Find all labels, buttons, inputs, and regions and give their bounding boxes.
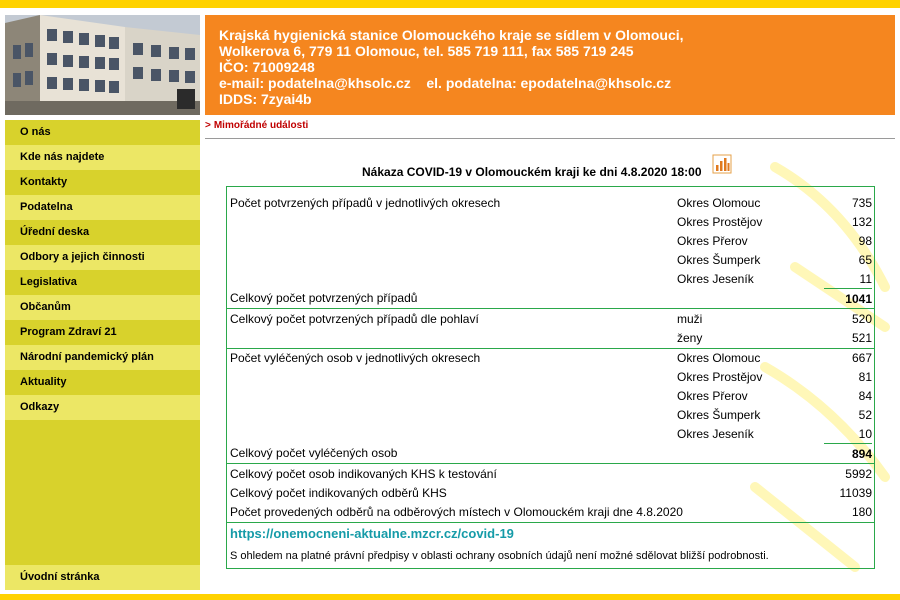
- page-title: Nákaza COVID-19 v Olomouckém kraji ke dn…: [362, 165, 702, 179]
- samples-indicated-value: 11039: [839, 486, 872, 500]
- privacy-note: S ohledem na platné právní předpisy v ob…: [230, 550, 769, 562]
- header-line-email: e-mail: podatelna@khsolc.cz el. podateln…: [219, 75, 672, 91]
- covid-statistics-table: Počet potvrzených případů v jednotlivých…: [226, 186, 875, 569]
- confirmed-district-value: 65: [858, 253, 872, 267]
- covid-stats-link[interactable]: https://onemocneni-aktualne.mzcr.cz/covi…: [230, 526, 514, 541]
- sidebar-item-podatelna[interactable]: Podatelna: [5, 195, 200, 220]
- gender-value: 520: [851, 312, 872, 326]
- total-divider: [824, 288, 872, 289]
- confirmed-by-district-label: Počet potvrzených případů v jednotlivých…: [230, 196, 501, 210]
- sidebar-item-aktuality[interactable]: Aktuality: [5, 370, 200, 395]
- confirmed-district-value: 132: [851, 215, 872, 229]
- header-line-ico: IČO: 71009248: [219, 59, 315, 75]
- recovered-district-name: Okres Olomouc: [677, 351, 761, 365]
- confirmed-district-value: 735: [851, 196, 872, 210]
- confirmed-district-name: Okres Prostějov: [677, 215, 763, 229]
- confirmed-district-name: Okres Přerov: [677, 234, 748, 248]
- building-photo: [5, 15, 200, 115]
- recovered-total-label: Celkový počet vyléčených osob: [230, 446, 398, 460]
- confirmed-district-name: Okres Jeseník: [677, 272, 754, 286]
- section-divider: [227, 463, 874, 464]
- breadcrumb-arrow: >: [205, 120, 211, 131]
- confirmed-district-name: Okres Šumperk: [677, 253, 761, 267]
- total-divider: [824, 443, 872, 444]
- sidebar-nav: O nás Kde nás najdete Kontakty Podatelna…: [5, 120, 200, 590]
- sidebar-item-obcanum[interactable]: Občanům: [5, 295, 200, 320]
- breadcrumb: > Mimořádné události: [205, 120, 308, 131]
- header-line-address: Wolkerova 6, 779 11 Olomouc, tel. 585 71…: [219, 43, 634, 59]
- top-stripe: [0, 0, 900, 8]
- recovered-district-value: 84: [858, 389, 872, 403]
- recovered-by-district-label: Počet vyléčených osob v jednotlivých okr…: [230, 351, 481, 365]
- section-divider: [227, 522, 874, 523]
- sidebar-item-pandemicky-plan[interactable]: Národní pandemický plán: [5, 345, 200, 370]
- recovered-district-name: Okres Jeseník: [677, 427, 754, 441]
- recovered-district-value: 52: [858, 408, 872, 422]
- sidebar-item-o-nas[interactable]: O nás: [5, 120, 200, 145]
- sidebar-item-kontakty[interactable]: Kontakty: [5, 170, 200, 195]
- gender-label: Celkový počet potvrzených případů dle po…: [230, 312, 479, 326]
- samples-indicated-label: Celkový počet indikovaných odběrů KHS: [230, 486, 447, 500]
- divider: [205, 138, 895, 139]
- tests-indicated-label: Celkový počet osob indikovaných KHS k te…: [230, 467, 497, 481]
- main-content: > Mimořádné události Nákaza COVID-19 v Ol…: [205, 117, 895, 592]
- recovered-total-value: 894: [851, 447, 872, 461]
- section-divider: [227, 348, 874, 349]
- confirmed-district-value: 98: [858, 234, 872, 248]
- samples-performed-label: Počet provedených odběrů na odběrových m…: [230, 505, 683, 519]
- recovered-district-value: 81: [858, 370, 872, 384]
- gender-name: muži: [677, 312, 703, 326]
- confirmed-total-value: 1041: [845, 292, 872, 306]
- samples-performed-value: 180: [851, 505, 872, 519]
- recovered-district-value: 667: [851, 351, 872, 365]
- sidebar-item-odkazy[interactable]: Odkazy: [5, 395, 200, 420]
- gender-value: 521: [851, 331, 872, 345]
- bottom-stripe: [0, 594, 900, 600]
- confirmed-total-label: Celkový počet potvrzených případů: [230, 291, 418, 305]
- sidebar-item-uredni-deska[interactable]: Úřední deska: [5, 220, 200, 245]
- header-line-idds: IDDS: 7zyai4b: [219, 91, 312, 107]
- sidebar-item-program-zdravi-21[interactable]: Program Zdraví 21: [5, 320, 200, 345]
- bar-chart-icon[interactable]: [712, 154, 732, 174]
- recovered-district-name: Okres Šumperk: [677, 408, 761, 422]
- header-line-name: Krajská hygienická stanice Olomouckého k…: [219, 27, 684, 43]
- sidebar-item-uvodni-stranka[interactable]: Úvodní stránka: [5, 565, 200, 590]
- institution-header: Krajská hygienická stanice Olomouckého k…: [205, 15, 895, 115]
- sidebar-item-legislativa[interactable]: Legislativa: [5, 270, 200, 295]
- confirmed-district-name: Okres Olomouc: [677, 196, 761, 210]
- tests-indicated-value: 5992: [845, 467, 872, 481]
- confirmed-district-value: 11: [859, 272, 872, 286]
- recovered-district-name: Okres Prostějov: [677, 370, 763, 384]
- recovered-district-value: 10: [858, 427, 872, 441]
- section-divider: [227, 308, 874, 309]
- sidebar-item-odbory[interactable]: Odbory a jejich činnosti: [5, 245, 200, 270]
- gender-name: ženy: [677, 331, 703, 345]
- recovered-district-name: Okres Přerov: [677, 389, 748, 403]
- breadcrumb-link[interactable]: Mimořádné události: [214, 120, 308, 131]
- sidebar-item-kde-nas-najdete[interactable]: Kde nás najdete: [5, 145, 200, 170]
